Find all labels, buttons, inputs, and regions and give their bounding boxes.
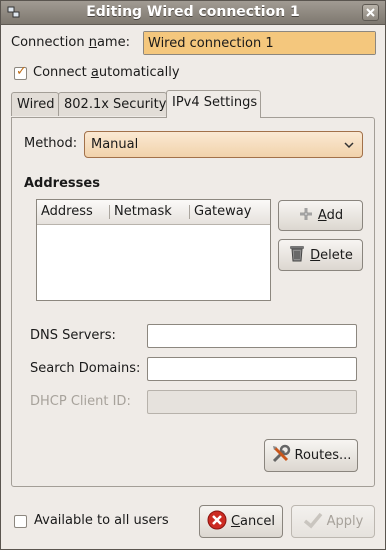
dns-servers-input[interactable]: [148, 325, 356, 347]
search-domains-input[interactable]: [148, 358, 356, 380]
delete-button[interactable]: Delete: [278, 239, 363, 271]
add-button[interactable]: Add: [278, 200, 363, 231]
addresses-heading: Addresses: [24, 176, 100, 191]
apply-button[interactable]: Apply: [291, 505, 375, 538]
close-icon[interactable]: [362, 4, 379, 21]
tab-ipv4-settings[interactable]: IPv4 Settings: [166, 90, 261, 118]
available-to-all-users-label[interactable]: Available to all users: [34, 513, 169, 528]
tab-8021x-security-label: 802.1x Security: [64, 97, 167, 112]
window-title: Editing Wired connection 1: [86, 4, 300, 20]
routes-button[interactable]: Routes...: [264, 439, 358, 472]
delete-button-label: Delete: [310, 247, 353, 263]
tab-wired[interactable]: Wired: [11, 92, 59, 116]
trash-icon: [288, 243, 306, 267]
cancel-button[interactable]: Cancel: [199, 505, 283, 538]
column-header-netmask[interactable]: Netmask: [114, 204, 172, 219]
dhcp-client-id-label: DHCP Client ID:: [30, 394, 131, 409]
dhcp-client-id-field: [147, 390, 357, 414]
add-button-label: Add: [317, 208, 344, 223]
column-header-address[interactable]: Address: [41, 204, 93, 219]
column-header-gateway[interactable]: Gateway: [194, 204, 251, 219]
search-domains-field[interactable]: [147, 357, 357, 381]
ipv4-settings-panel: [11, 117, 375, 487]
connection-name-input[interactable]: [144, 32, 375, 54]
addresses-table-header: Address Netmask Gateway: [37, 200, 270, 225]
add-icon: [298, 206, 314, 226]
window-menu-icon[interactable]: [7, 5, 21, 19]
method-value: Manual: [91, 137, 139, 152]
column-divider: [189, 205, 190, 219]
connection-name-field[interactable]: [143, 31, 376, 55]
search-domains-label: Search Domains:: [30, 361, 141, 376]
dns-servers-label: DNS Servers:: [30, 328, 116, 343]
check-icon: [303, 511, 323, 533]
method-select[interactable]: Manual: [84, 131, 363, 158]
connect-automatically-label[interactable]: Connect automatically: [33, 65, 180, 80]
method-label: Method:: [24, 136, 78, 151]
connect-automatically-checkbox[interactable]: ✓: [14, 64, 27, 80]
cancel-icon: [207, 510, 227, 534]
dhcp-client-id-input: [148, 391, 356, 413]
available-to-all-users-checkbox[interactable]: [14, 515, 27, 528]
tools-icon: [271, 444, 291, 468]
check-icon: ✓: [16, 64, 27, 79]
title-bar[interactable]: Editing Wired connection 1: [1, 1, 385, 25]
connection-name-label: Connection name:: [11, 35, 130, 50]
cancel-button-label: Cancel: [230, 514, 276, 529]
tab-wired-label: Wired: [17, 97, 55, 112]
apply-button-label: Apply: [326, 514, 364, 529]
tab-ipv4-settings-label: IPv4 Settings: [172, 95, 258, 110]
dialog-window: Editing Wired connection 1 Connection na…: [0, 0, 386, 550]
dns-servers-field[interactable]: [147, 324, 357, 348]
tab-8021x-security[interactable]: 802.1x Security: [58, 92, 167, 116]
routes-button-label: Routes...: [294, 448, 352, 463]
chevron-down-icon: [343, 139, 355, 155]
column-divider: [109, 205, 110, 219]
addresses-table[interactable]: Address Netmask Gateway: [36, 199, 271, 301]
